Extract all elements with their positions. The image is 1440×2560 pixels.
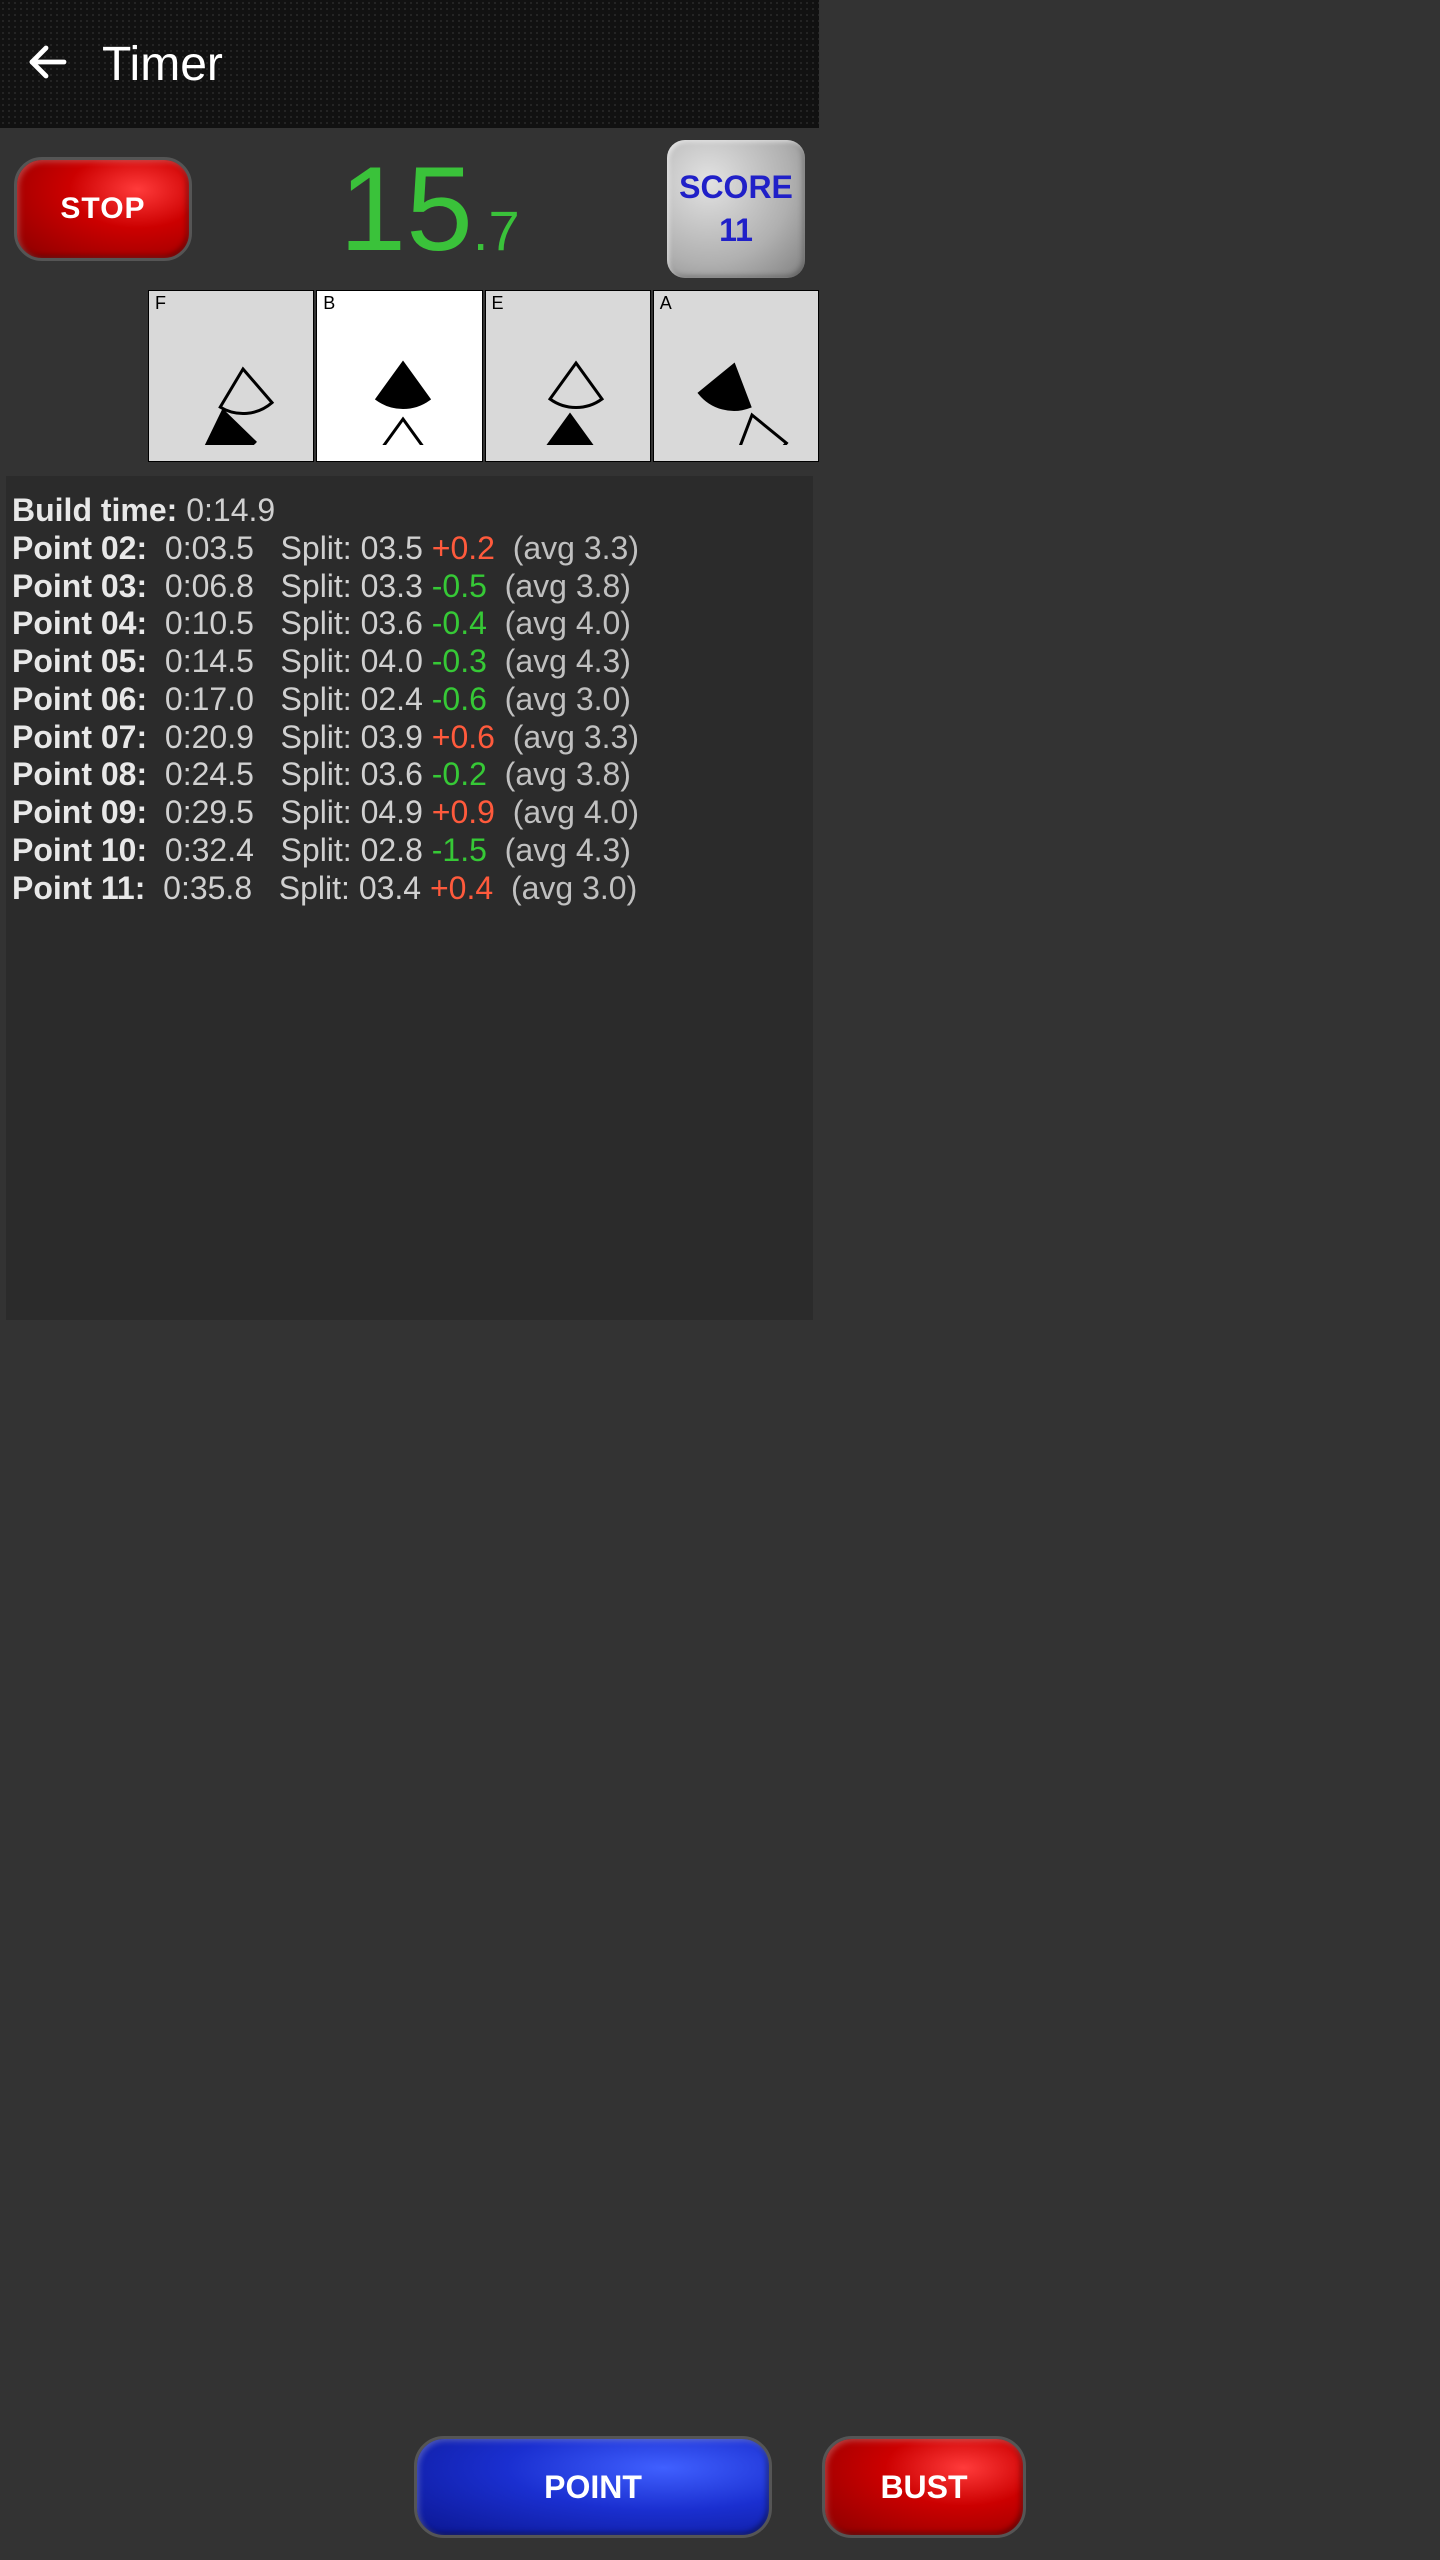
point-row: Point 03: 0:06.8 Split: 03.3 -0.5 (avg 3… — [12, 568, 807, 606]
point-row: Point 06: 0:17.0 Split: 02.4 -0.6 (avg 3… — [12, 681, 807, 719]
timer-decimal: .7 — [473, 199, 520, 262]
timer-seconds: 15 — [339, 142, 472, 276]
split-log[interactable]: Build time: 0:14.9Point 02: 0:03.5 Split… — [6, 476, 813, 1320]
point-row: Point 05: 0:14.5 Split: 04.0 -0.3 (avg 4… — [12, 643, 807, 681]
card-letter: E — [492, 293, 504, 314]
formation-card[interactable]: E — [485, 290, 651, 462]
point-row: Point 08: 0:24.5 Split: 03.6 -0.2 (avg 3… — [12, 756, 807, 794]
top-controls: STOP 15.7 SCORE 11 — [0, 128, 819, 286]
point-row: Point 11: 0:35.8 Split: 03.4 +0.4 (avg 3… — [12, 870, 807, 908]
back-arrow-icon[interactable] — [24, 38, 72, 91]
app-bar: Timer — [0, 0, 819, 128]
build-time-row: Build time: 0:14.9 — [12, 492, 807, 530]
score-button[interactable]: SCORE 11 — [667, 140, 805, 278]
point-row: Point 02: 0:03.5 Split: 03.5 +0.2 (avg 3… — [12, 530, 807, 568]
point-button[interactable]: POINT — [414, 2436, 772, 2538]
card-letter: F — [155, 293, 166, 314]
point-button-label: POINT — [544, 2469, 642, 2506]
bottom-controls: POINT BUST — [0, 2436, 1440, 2538]
score-value: 11 — [719, 209, 753, 252]
formation-card[interactable]: A — [653, 290, 819, 462]
point-row: Point 10: 0:32.4 Split: 02.8 -1.5 (avg 4… — [12, 832, 807, 870]
point-row: Point 07: 0:20.9 Split: 03.9 +0.6 (avg 3… — [12, 719, 807, 757]
formation-icon — [682, 315, 798, 445]
stop-button-label: STOP — [60, 192, 145, 226]
formation-icon — [177, 315, 293, 445]
formation-icon — [345, 315, 461, 445]
card-letter: B — [323, 293, 335, 314]
bust-button[interactable]: BUST — [822, 2436, 1026, 2538]
formation-card[interactable]: F — [148, 290, 314, 462]
formation-cards[interactable]: F B E A — [0, 290, 819, 462]
page-title: Timer — [102, 37, 223, 92]
formation-icon — [514, 315, 630, 445]
score-label: SCORE — [679, 166, 793, 209]
stop-button[interactable]: STOP — [14, 157, 192, 261]
point-row: Point 09: 0:29.5 Split: 04.9 +0.9 (avg 4… — [12, 794, 807, 832]
timer-display: 15.7 — [202, 149, 657, 269]
point-row: Point 04: 0:10.5 Split: 03.6 -0.4 (avg 4… — [12, 605, 807, 643]
card-letter: A — [660, 293, 672, 314]
formation-card[interactable]: B — [316, 290, 482, 462]
bust-button-label: BUST — [880, 2469, 967, 2506]
